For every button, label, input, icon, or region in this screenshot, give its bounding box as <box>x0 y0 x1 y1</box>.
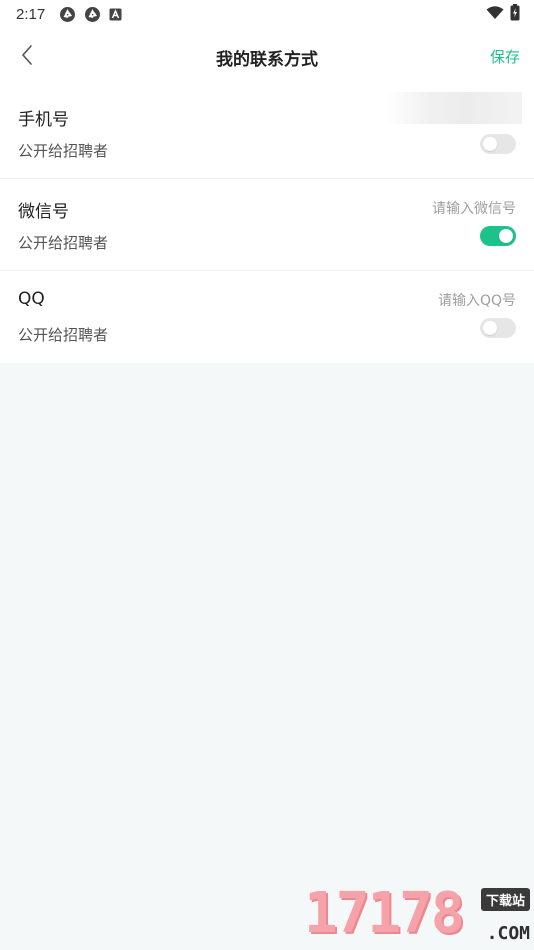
toggle-knob <box>483 321 497 335</box>
status-time: 2:17 <box>16 5 46 23</box>
contact-label: QQ <box>18 289 45 309</box>
battery-icon <box>510 3 520 25</box>
contact-row-qq: QQ 公开给招聘者 <box>0 270 534 363</box>
public-toggle-wechat[interactable] <box>480 226 516 246</box>
contact-label: 微信号 <box>18 202 69 222</box>
a-badge-icon <box>109 8 122 21</box>
page-title: 我的联系方式 <box>216 50 318 70</box>
public-toggle-phone[interactable] <box>480 134 516 154</box>
contact-row-wechat: 微信号 公开给招聘者 <box>0 178 534 270</box>
public-toggle-qq[interactable] <box>480 318 516 338</box>
public-label: 公开给招聘者 <box>18 234 109 252</box>
public-label: 公开给招聘者 <box>18 326 109 344</box>
phone-value-blurred[interactable] <box>386 92 522 124</box>
qq-input[interactable] <box>316 290 516 312</box>
aperture-icon <box>59 6 76 23</box>
watermark-logo: 17178 下载站 .COM <box>304 881 530 948</box>
save-button[interactable]: 保存 <box>490 46 520 67</box>
nav-bar: 我的联系方式 保存 <box>0 28 534 86</box>
watermark-tag: 下载站 <box>480 888 530 911</box>
toggle-knob <box>483 137 497 151</box>
wifi-icon <box>486 5 504 24</box>
watermark-domain: .COM <box>486 923 530 944</box>
contact-label: 手机号 <box>18 110 69 130</box>
wechat-input[interactable] <box>316 198 516 220</box>
status-right-group <box>486 3 520 25</box>
toggle-knob <box>499 229 513 243</box>
contact-row-phone: 手机号 公开给招聘者 <box>0 86 534 178</box>
watermark-number: 17178 <box>304 881 465 946</box>
status-bar: 2:17 <box>0 0 534 28</box>
contact-card: 手机号 公开给招聘者 微信号 公开给招聘者 QQ 公开给招聘者 <box>0 86 534 363</box>
public-label: 公开给招聘者 <box>18 142 109 160</box>
aperture-icon <box>84 6 101 23</box>
